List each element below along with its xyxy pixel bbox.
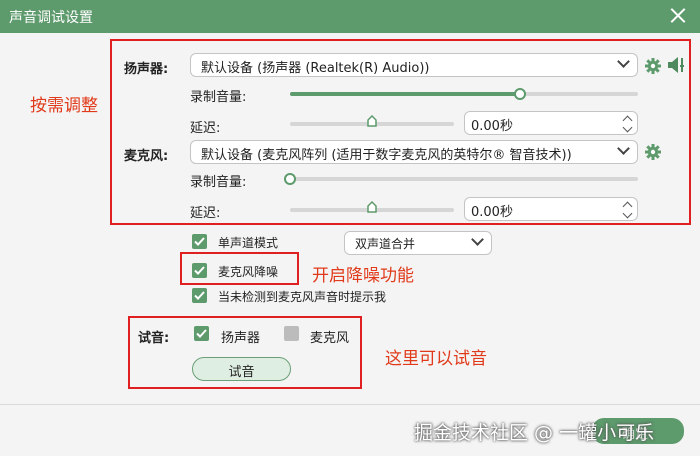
footer-divider xyxy=(0,404,700,405)
notify-no-mic-checkbox[interactable] xyxy=(192,288,207,303)
highlight-box-test xyxy=(128,316,362,389)
chevron-down-icon xyxy=(471,233,484,246)
annotation-noise: 开启降噪功能 xyxy=(312,266,414,286)
window-title: 声音调试设置 xyxy=(9,10,93,26)
highlight-box-devices xyxy=(110,39,691,225)
title-bar: 声音调试设置 xyxy=(0,0,700,33)
mono-mode-label: 单声道模式 xyxy=(218,236,279,250)
mono-mode-checkbox[interactable] xyxy=(192,234,207,249)
channel-merge-select[interactable]: 双声道合并 xyxy=(344,231,492,255)
highlight-box-noise xyxy=(180,252,299,285)
close-icon[interactable] xyxy=(668,4,688,26)
channel-merge-value: 双声道合并 xyxy=(355,237,416,251)
annotation-test: 这里可以试音 xyxy=(385,349,487,369)
annotation-adjust: 按需调整 xyxy=(30,96,98,116)
notify-no-mic-label: 当未检测到麦克风声音时提示我 xyxy=(218,290,387,304)
watermark: 掘金技术社区 @ 一罐小可乐 xyxy=(414,422,655,444)
